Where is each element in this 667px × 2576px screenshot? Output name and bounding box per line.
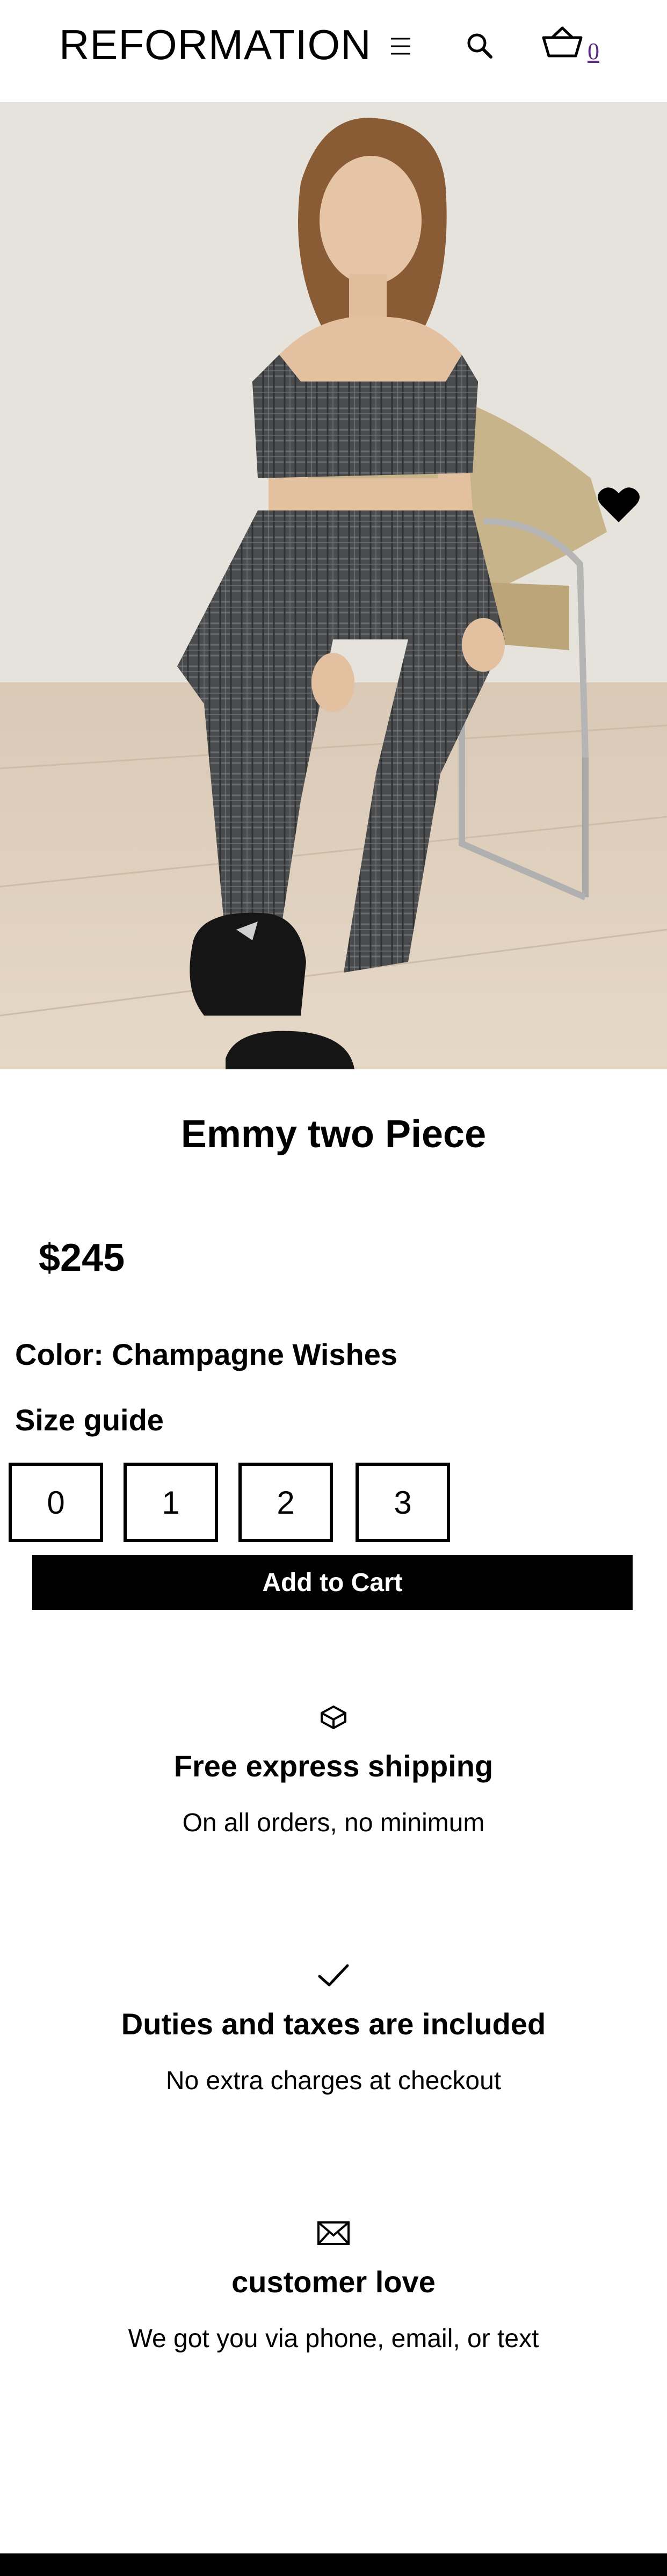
benefit-title: Free express shipping [173,1749,494,1783]
benefit-description: We got you via phone, email, or text [128,2325,539,2353]
benefit-title: Duties and taxes are included [121,2007,546,2041]
hamburger-icon[interactable] [389,34,412,58]
product-price: $245 [39,1236,125,1279]
heart-icon[interactable] [597,485,640,524]
benefit-shipping: Free express shipping On all orders, no … [0,1702,667,1838]
size-option-2[interactable]: 2 [238,1463,333,1542]
site-header: REFORMATION 0 [0,0,667,97]
envelope-icon [317,2221,350,2245]
size-option-1[interactable]: 1 [124,1463,218,1542]
brand-logo[interactable]: REFORMATION [59,20,372,69]
benefit-customer-love: customer love We got you via phone, emai… [0,2218,667,2354]
check-icon [318,1964,349,1987]
footer-divider [0,2553,667,2576]
size-option-0[interactable]: 0 [9,1463,103,1542]
product-title: Emmy two Piece [180,1113,487,1156]
benefit-title: customer love [231,2265,436,2299]
size-option-3[interactable]: 3 [356,1463,450,1542]
product-image[interactable] [0,102,667,1069]
search-icon[interactable] [465,31,494,60]
product-photo-illustration [0,102,667,1069]
benefit-duties: Duties and taxes are included No extra c… [0,1960,667,2096]
add-to-cart-button[interactable]: Add to Cart [32,1555,633,1610]
box-icon [321,1706,346,1729]
benefit-description: On all orders, no minimum [182,1809,485,1837]
size-guide-link[interactable]: Size guide [15,1402,164,1437]
basket-icon [542,26,583,57]
color-label: Color: Champagne Wishes [15,1337,398,1371]
cart-count[interactable]: 0 [588,38,599,65]
benefit-description: No extra charges at checkout [165,2067,502,2095]
